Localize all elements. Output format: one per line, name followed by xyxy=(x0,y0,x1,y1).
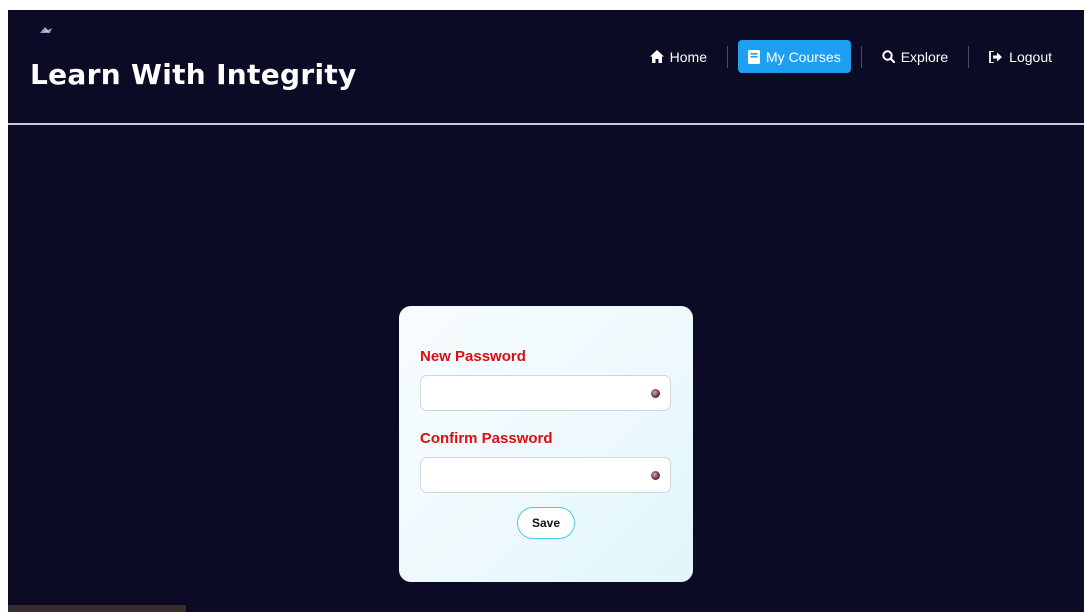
search-icon xyxy=(882,50,895,63)
confirm-password-label: Confirm Password xyxy=(420,430,553,447)
nav-my-courses-label: My Courses xyxy=(766,48,841,65)
main-nav: Home My Courses Explore Logout xyxy=(640,40,1062,73)
nav-home[interactable]: Home xyxy=(640,41,717,73)
brand-title[interactable]: Learn With Integrity xyxy=(30,58,357,91)
nav-home-label: Home xyxy=(669,48,708,65)
confirm-password-field[interactable] xyxy=(420,457,671,493)
nav-divider xyxy=(860,45,862,68)
nav-explore-label: Explore xyxy=(900,48,949,65)
eye-icon[interactable] xyxy=(651,471,660,480)
save-button[interactable]: Save xyxy=(517,507,575,539)
app-frame: Learn With Integrity Home My Courses Exp… xyxy=(8,10,1084,612)
nav-logout[interactable]: Logout xyxy=(979,41,1062,73)
home-icon xyxy=(649,50,664,63)
header: Learn With Integrity Home My Courses Exp… xyxy=(8,10,1084,125)
logout-icon xyxy=(989,50,1003,63)
taskbar-fragment xyxy=(8,605,186,612)
book-icon xyxy=(748,49,761,64)
nav-logout-label: Logout xyxy=(1009,48,1052,65)
nav-divider xyxy=(727,45,729,68)
header-divider xyxy=(8,123,1084,125)
logo-icon xyxy=(40,27,52,33)
password-form-card: New Password Confirm Password Save xyxy=(399,306,693,582)
new-password-label: New Password xyxy=(420,348,526,365)
eye-icon[interactable] xyxy=(651,389,660,398)
nav-my-courses[interactable]: My Courses xyxy=(738,40,851,73)
new-password-field[interactable] xyxy=(420,375,671,411)
nav-explore[interactable]: Explore xyxy=(872,41,958,73)
nav-divider xyxy=(968,45,970,68)
